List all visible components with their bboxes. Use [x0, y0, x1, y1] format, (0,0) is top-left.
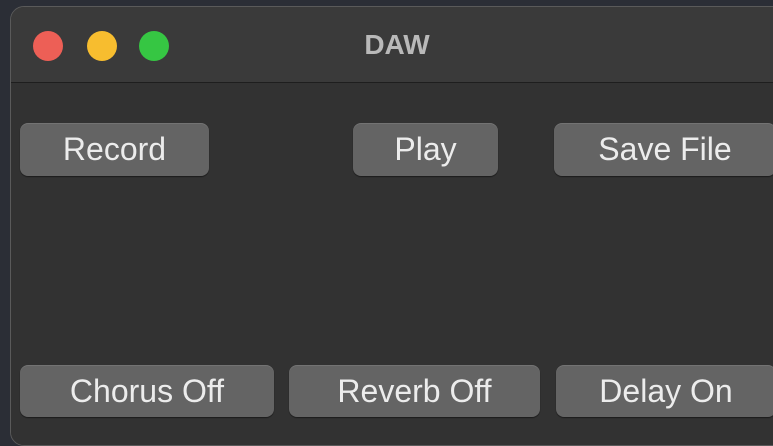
minimize-window-icon[interactable] [87, 31, 117, 61]
play-button[interactable]: Play [353, 123, 498, 176]
chorus-toggle-button[interactable]: Chorus Off [20, 365, 274, 417]
main-content: Record Play Save File Chorus Off Reverb … [11, 83, 773, 445]
zoom-window-icon[interactable] [139, 31, 169, 61]
title-bar[interactable]: DAW [11, 7, 773, 83]
close-window-icon[interactable] [33, 31, 63, 61]
app-window: DAW Record Play Save File Chorus Off Rev… [10, 6, 773, 446]
save-file-button[interactable]: Save File [554, 123, 773, 176]
record-button[interactable]: Record [20, 123, 209, 176]
reverb-toggle-button[interactable]: Reverb Off [289, 365, 540, 417]
delay-toggle-button[interactable]: Delay On [556, 365, 773, 417]
window-title: DAW [364, 29, 430, 60]
